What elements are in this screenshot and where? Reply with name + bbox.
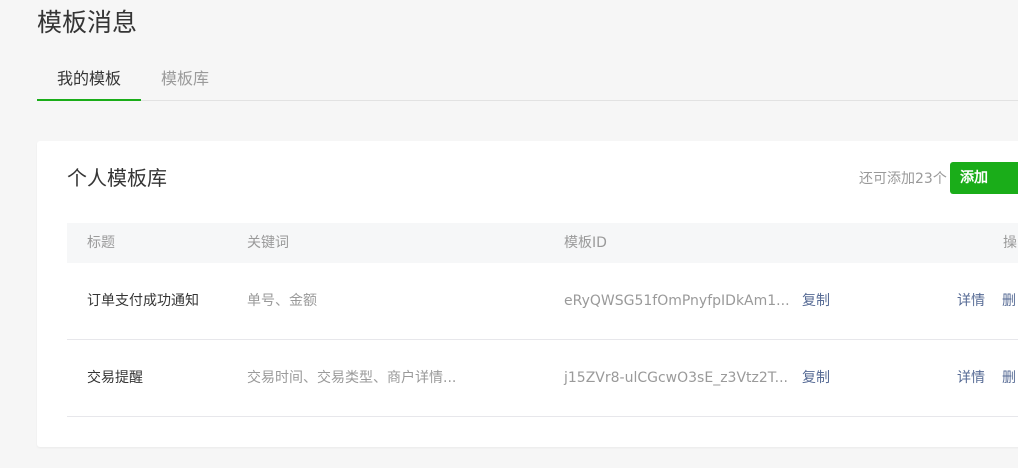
- add-template-button[interactable]: 添加: [950, 162, 1018, 194]
- remaining-quota-text: 还可添加23个: [859, 171, 947, 187]
- row-keywords: 交易时间、交易类型、商户详情...: [247, 370, 457, 386]
- row-template-id: eRyQWSG51fOmPnyfpIDkAm1...: [564, 293, 790, 309]
- tab-my-templates[interactable]: 我的模板: [37, 60, 141, 101]
- header-title: 标题: [87, 235, 115, 251]
- table-row: 交易提醒 交易时间、交易类型、商户详情... j15ZVr8-ulCGcwO3s…: [67, 340, 1018, 417]
- table-row: 订单支付成功通知 单号、金额 eRyQWSG51fOmPnyfpIDkAm1..…: [67, 263, 1018, 340]
- copy-link[interactable]: 复制: [802, 340, 830, 416]
- row-title: 交易提醒: [87, 370, 143, 386]
- personal-template-card: 个人模板库 还可添加23个 添加 标题 关键词 模板ID 操 订单支付成功通知 …: [37, 141, 1018, 447]
- delete-link[interactable]: 删: [1002, 263, 1016, 339]
- header-keywords: 关键词: [247, 235, 289, 251]
- delete-link[interactable]: 删: [1002, 340, 1016, 416]
- header-template-id: 模板ID: [564, 235, 607, 251]
- row-keywords: 单号、金额: [247, 293, 317, 309]
- row-title: 订单支付成功通知: [87, 293, 199, 309]
- tab-bar: 我的模板 模板库: [37, 60, 1018, 101]
- card-title: 个人模板库: [67, 166, 167, 190]
- header-operations: 操: [1003, 235, 1017, 251]
- page-title: 模板消息: [37, 8, 138, 37]
- copy-link[interactable]: 复制: [802, 263, 830, 339]
- row-template-id: j15ZVr8-ulCGcwO3sE_z3Vtz2T...: [564, 370, 789, 386]
- template-message-page: 模板消息 我的模板 模板库 个人模板库 还可添加23个 添加 标题 关键词 模板…: [0, 0, 1018, 468]
- template-table: 标题 关键词 模板ID 操 订单支付成功通知 单号、金额 eRyQWSG51fO…: [67, 223, 1018, 417]
- detail-link[interactable]: 详情: [957, 263, 985, 339]
- table-header: 标题 关键词 模板ID 操: [67, 223, 1018, 263]
- detail-link[interactable]: 详情: [957, 340, 985, 416]
- tab-template-library[interactable]: 模板库: [161, 60, 209, 100]
